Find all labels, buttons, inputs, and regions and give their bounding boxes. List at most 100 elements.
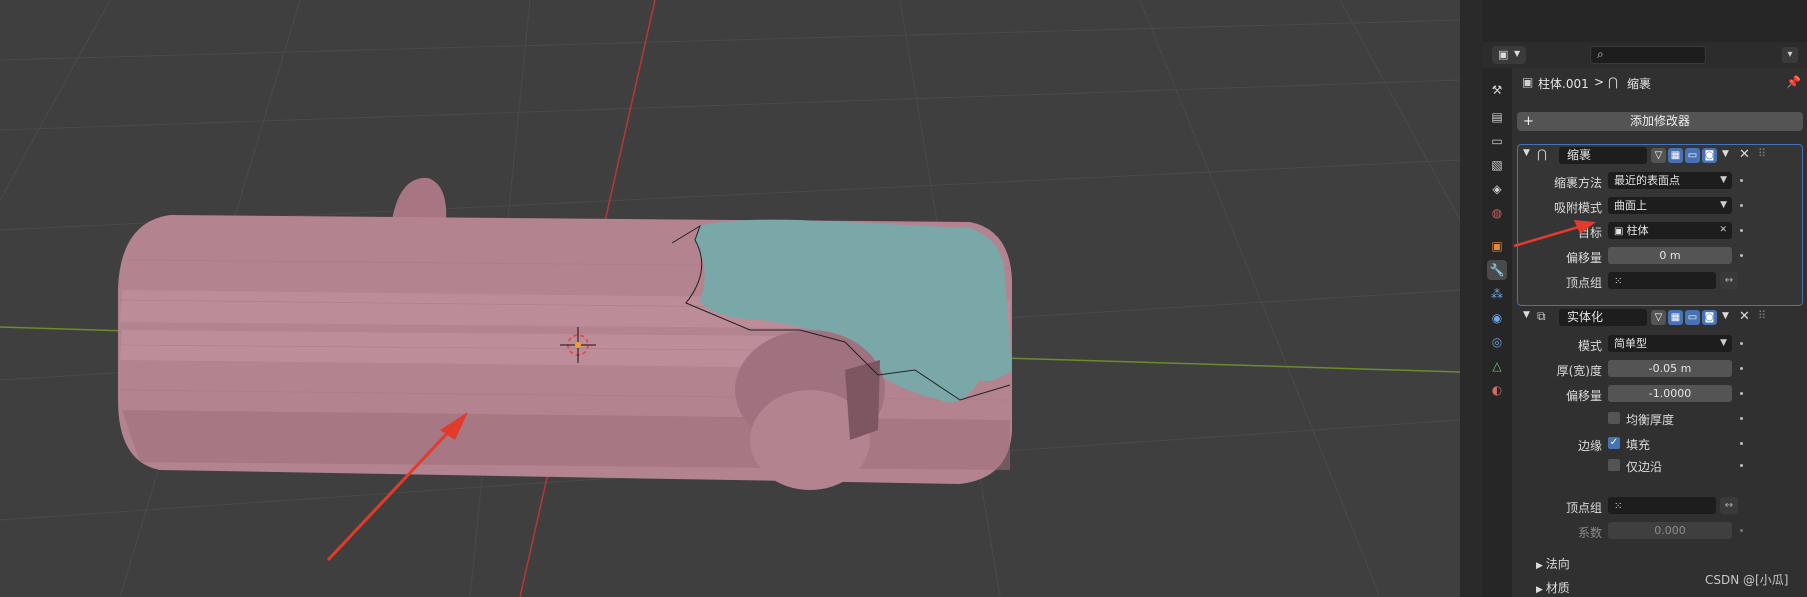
- edit-mode-toggle-icon[interactable]: ▦: [1668, 148, 1683, 163]
- invert-toggle-icon[interactable]: ↔: [1720, 272, 1738, 289]
- material-icon: ◐: [1491, 383, 1503, 397]
- 3d-viewport[interactable]: [0, 0, 1460, 597]
- render-toggle-icon[interactable]: ◙: [1702, 310, 1717, 325]
- prop-solidify-offset: 偏移量 -1.0000: [1512, 384, 1802, 404]
- add-modifier-button[interactable]: + 添加修改器: [1517, 112, 1803, 131]
- factor-field: 0.000: [1608, 522, 1732, 539]
- search-icon: ⌕: [1597, 47, 1604, 61]
- invert-toggle-icon[interactable]: ↔: [1720, 497, 1738, 514]
- prop-rim-fill: 边缘 ✓ 填充: [1512, 434, 1802, 454]
- tab-object[interactable]: ▣: [1487, 236, 1507, 256]
- tab-view-layer[interactable]: ▧: [1487, 155, 1507, 175]
- shrinkwrap-icon: ⋂: [1537, 147, 1547, 161]
- particles-icon: ⁂: [1491, 287, 1503, 301]
- thickness-field[interactable]: -0.05 m: [1608, 360, 1732, 377]
- modifier-name-field[interactable]: 缩裹: [1559, 147, 1647, 164]
- keyframe-dot[interactable]: [1740, 367, 1743, 370]
- prop-label: 吸附模式: [1553, 201, 1602, 215]
- tab-constraints[interactable]: ◎: [1487, 332, 1507, 352]
- solidify-icon: ⧉: [1537, 309, 1546, 323]
- subpanel-normals[interactable]: ▶ 法向: [1536, 555, 1570, 572]
- prop-mode: 模式 简单型 ▼: [1512, 334, 1802, 354]
- target-object-field[interactable]: ▣ 柱体 ✕: [1608, 222, 1732, 239]
- offset-field[interactable]: 0 m: [1608, 247, 1732, 264]
- keyframe-dot[interactable]: [1740, 392, 1743, 395]
- tab-output[interactable]: ▭: [1487, 131, 1507, 151]
- mode-dropdown[interactable]: 简单型 ▼: [1608, 335, 1732, 352]
- prop-factor: 系数 0.000: [1512, 521, 1802, 541]
- snap-mode-dropdown[interactable]: 曲面上 ▼: [1608, 197, 1732, 214]
- collapse-chevron-icon[interactable]: ▼: [1523, 310, 1530, 320]
- tab-modifiers[interactable]: 🔧: [1487, 260, 1507, 280]
- editor-type-button[interactable]: ▣ ▼: [1492, 46, 1526, 64]
- subpanel-materials[interactable]: ▶ 材质: [1536, 579, 1570, 596]
- keyframe-dot[interactable]: [1740, 464, 1743, 467]
- keyframe-dot[interactable]: [1740, 342, 1743, 345]
- properties-header: ▣ ▼ ⌕ ▾: [1482, 42, 1807, 68]
- field-value: 柱体: [1626, 224, 1649, 237]
- edit-mode-toggle-icon[interactable]: ▦: [1668, 310, 1683, 325]
- prop-label: 模式: [1577, 339, 1602, 353]
- chevron-down-icon: ▼: [1720, 338, 1727, 348]
- viewport-toggle-icon[interactable]: ▭: [1685, 310, 1700, 325]
- panel-top-strip: [1482, 0, 1807, 42]
- keyframe-dot[interactable]: [1740, 204, 1743, 207]
- close-icon[interactable]: ✕: [1739, 147, 1750, 162]
- chevron-down-icon[interactable]: ▼: [1722, 311, 1729, 321]
- prop-solidify-vertex-group: 顶点组 ⁙ ↔: [1512, 496, 1802, 516]
- tab-physics[interactable]: ◉: [1487, 308, 1507, 328]
- render-toggle-icon[interactable]: ◙: [1702, 148, 1717, 163]
- close-icon[interactable]: ✕: [1739, 309, 1750, 324]
- dropdown-value: 最近的表面点: [1614, 174, 1680, 187]
- prop-even-thickness: 均衡厚度: [1512, 409, 1802, 429]
- checkbox-label: 均衡厚度: [1626, 413, 1675, 427]
- keyframe-dot[interactable]: [1740, 254, 1743, 257]
- clear-icon[interactable]: ✕: [1719, 222, 1727, 239]
- only-rim-checkbox[interactable]: [1608, 459, 1620, 471]
- even-thickness-checkbox[interactable]: [1608, 412, 1620, 424]
- edit-cage-toggle-icon[interactable]: ▽: [1651, 310, 1666, 325]
- prop-label: 系数: [1577, 526, 1602, 540]
- vertex-group-icon: ⁙: [1614, 276, 1623, 287]
- tab-render[interactable]: ▤: [1487, 107, 1507, 127]
- chevron-right-icon: ▶: [1536, 585, 1546, 595]
- data-icon: △: [1492, 359, 1502, 373]
- wrap-method-dropdown[interactable]: 最近的表面点 ▼: [1608, 172, 1732, 189]
- keyframe-dot[interactable]: [1740, 417, 1743, 420]
- breadcrumb-separator: >: [1594, 75, 1605, 89]
- tab-tool[interactable]: ⚒: [1487, 80, 1507, 100]
- annotation-arrow-panel: [1513, 220, 1596, 248]
- tab-scene[interactable]: ◈: [1487, 179, 1507, 199]
- area-divider[interactable]: [1460, 0, 1482, 597]
- object-icon: ▣: [1491, 239, 1503, 253]
- tab-material[interactable]: ◐: [1487, 380, 1507, 400]
- viewport-toggle-icon[interactable]: ▭: [1685, 148, 1700, 163]
- checkbox-label: 填充: [1626, 438, 1651, 452]
- tab-particles[interactable]: ⁂: [1487, 284, 1507, 304]
- properties-tabs: ⚒ ▤ ▭ ▧ ◈ ◍ ▣ 🔧 ⁂ ◉ ◎ △ ◐: [1482, 68, 1512, 597]
- edit-cage-toggle-icon[interactable]: ▽: [1651, 148, 1666, 163]
- options-button[interactable]: ▾: [1782, 47, 1798, 63]
- object-icon: ▣: [1522, 75, 1534, 89]
- vertex-group-field[interactable]: ⁙: [1608, 497, 1716, 514]
- chevron-down-icon[interactable]: ▼: [1722, 149, 1729, 159]
- drag-handle-icon[interactable]: ⠿: [1758, 147, 1766, 160]
- prop-thickness: 厚(宽)度 -0.05 m: [1512, 359, 1802, 379]
- vertex-group-field[interactable]: ⁙: [1608, 272, 1716, 289]
- solidify-offset-field[interactable]: -1.0000: [1608, 385, 1732, 402]
- modifier-name-field[interactable]: 实体化: [1559, 309, 1647, 326]
- keyframe-dot[interactable]: [1740, 229, 1743, 232]
- tab-world[interactable]: ◍: [1487, 203, 1507, 223]
- collapse-chevron-icon[interactable]: ▼: [1523, 148, 1530, 158]
- tab-data[interactable]: △: [1487, 356, 1507, 376]
- chevron-right-icon: ▶: [1536, 561, 1546, 571]
- keyframe-dot[interactable]: [1740, 179, 1743, 182]
- drag-handle-icon[interactable]: ⠿: [1758, 309, 1766, 322]
- checkbox-label: 仅边沿: [1626, 460, 1663, 474]
- keyframe-dot[interactable]: [1740, 442, 1743, 445]
- search-input[interactable]: ⌕: [1590, 46, 1706, 64]
- vertex-group-icon: ⁙: [1614, 501, 1623, 512]
- pin-icon[interactable]: 📌: [1786, 75, 1801, 89]
- dropdown-value: 简单型: [1614, 337, 1647, 350]
- fill-checkbox[interactable]: ✓: [1608, 437, 1620, 449]
